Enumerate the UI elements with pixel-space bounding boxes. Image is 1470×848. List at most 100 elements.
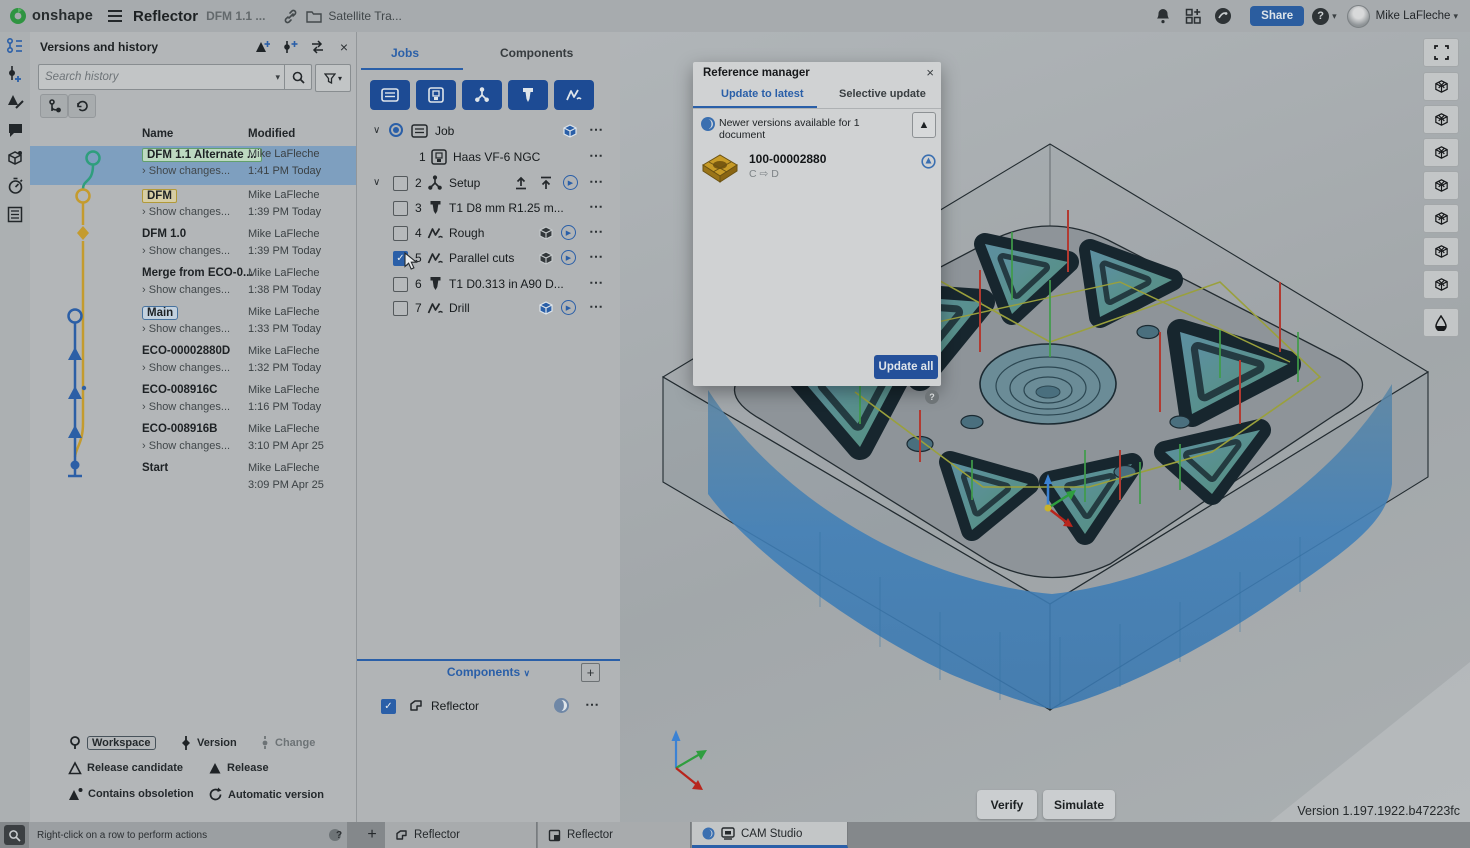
view-cube-button-5[interactable]: [1423, 204, 1459, 233]
link-icon[interactable]: [283, 9, 298, 24]
simulate-button[interactable]: Simulate: [1043, 790, 1115, 819]
operation-checkbox[interactable]: [393, 226, 408, 241]
notifications-bell-icon[interactable]: [1155, 8, 1171, 24]
generate-toolpath-play-icon[interactable]: ▶: [563, 175, 578, 190]
user-menu-caret-icon[interactable]: ▾: [1453, 11, 1458, 22]
restore-toggle[interactable]: [68, 94, 96, 118]
hamburger-menu-icon[interactable]: [107, 9, 123, 23]
row-menu-icon[interactable]: ⋯: [589, 274, 604, 291]
row-menu-icon[interactable]: ⋯: [589, 121, 604, 138]
show-changes-link[interactable]: › Show changes...: [142, 165, 230, 177]
show-changes-link[interactable]: › Show changes...: [142, 323, 230, 335]
view-cube-button-4[interactable]: [1423, 171, 1459, 200]
user-avatar[interactable]: [1347, 5, 1370, 28]
view-cube-button-3[interactable]: [1423, 138, 1459, 167]
tab-jobs[interactable]: Jobs: [391, 46, 419, 60]
document-version[interactable]: DFM 1.1 ...: [206, 9, 265, 23]
tree-row-setup[interactable]: ∨ 2 Setup ▶ ⋯: [357, 171, 620, 196]
history-timer-rail-icon[interactable]: [0, 172, 30, 200]
tab-cam-studio[interactable]: CAM Studio: [692, 822, 848, 848]
view-cube-button-1[interactable]: [1423, 72, 1459, 101]
component-checkbox-checked[interactable]: ✓: [381, 699, 396, 714]
release-filter-button[interactable]: ▲: [912, 112, 936, 138]
version-row[interactable]: DFM Mike LaFleche › Show changes... 1:39…: [30, 187, 356, 226]
properties-rail-icon[interactable]: [0, 200, 30, 228]
tree-row-operation[interactable]: 4 Rough ▶ ⋯: [357, 221, 620, 246]
show-changes-link[interactable]: › Show changes...: [142, 284, 230, 296]
show-changes-link[interactable]: › Show changes...: [142, 440, 230, 452]
view-cube-button-7[interactable]: [1423, 270, 1459, 299]
version-update-icon[interactable]: [921, 154, 936, 169]
dial-help-icon[interactable]: ?: [925, 390, 939, 404]
tab-part-studio[interactable]: Reflector: [385, 822, 537, 848]
search-icon[interactable]: [284, 65, 311, 89]
update-available-icon[interactable]: [553, 697, 570, 714]
tree-row-job[interactable]: ∨ Job ⋯: [357, 119, 620, 144]
fullscreen-button[interactable]: [1423, 38, 1459, 67]
component-row[interactable]: ✓ Reflector ⋯: [357, 694, 620, 719]
row-menu-icon[interactable]: ⋯: [589, 298, 604, 315]
view-cube-button-2[interactable]: [1423, 105, 1459, 134]
row-menu-icon[interactable]: ⋯: [589, 248, 604, 265]
dialog-close-icon[interactable]: ×: [926, 65, 934, 80]
toolpath-cube-icon[interactable]: [537, 249, 555, 267]
tab-components[interactable]: Components: [500, 46, 573, 60]
version-row[interactable]: DFM 1.0 Mike LaFleche › Show changes... …: [30, 226, 356, 265]
search-history-input[interactable]: [39, 71, 271, 83]
graph-view-toggle[interactable]: [40, 94, 68, 118]
operation-checkbox[interactable]: [393, 277, 408, 292]
show-changes-link[interactable]: › Show changes...: [142, 245, 230, 257]
show-changes-link[interactable]: › Show changes...: [142, 362, 230, 374]
new-operation-button[interactable]: [554, 80, 594, 110]
tab-update-to-latest[interactable]: Update to latest: [721, 88, 804, 100]
operation-checkbox[interactable]: [393, 201, 408, 216]
add-tab-button[interactable]: +: [360, 822, 384, 848]
ai-assistant-icon[interactable]: [1214, 7, 1232, 25]
row-menu-icon[interactable]: ⋯: [589, 198, 604, 215]
generate-toolpath-play-icon[interactable]: ▶: [561, 300, 576, 315]
part-insights-rail-icon[interactable]: [0, 144, 30, 172]
version-row[interactable]: Start Mike LaFleche 3:09 PM Apr 25: [30, 460, 356, 499]
row-menu-icon[interactable]: ⋯: [589, 223, 604, 240]
version-row[interactable]: Main Mike LaFleche › Show changes... 1:3…: [30, 304, 356, 343]
help-caret-icon[interactable]: ▾: [1332, 11, 1337, 22]
user-name[interactable]: Mike LaFleche: [1376, 10, 1451, 22]
row-menu-icon[interactable]: ⋯: [585, 696, 600, 713]
version-row[interactable]: Merge from ECO-0... Mike LaFleche › Show…: [30, 265, 356, 304]
view-cube-button-6[interactable]: [1423, 237, 1459, 266]
shaded-view-button[interactable]: [1423, 308, 1459, 337]
new-job-button[interactable]: [370, 80, 410, 110]
screen-record-icon[interactable]: [4, 825, 25, 845]
row-menu-icon[interactable]: ⋯: [589, 147, 604, 164]
generate-toolpath-play-icon[interactable]: ▶: [561, 225, 576, 240]
tree-row-tool[interactable]: 3 T1 D8 mm R1.25 m... ⋯: [357, 196, 620, 221]
update-all-button[interactable]: Update all: [874, 355, 938, 379]
row-menu-icon[interactable]: ⋯: [589, 173, 604, 190]
status-help-icon[interactable]: ?: [329, 829, 341, 841]
onshape-logo-icon[interactable]: [9, 7, 27, 25]
create-branch-icon[interactable]: [280, 38, 300, 56]
help-icon[interactable]: ?: [1312, 8, 1329, 25]
breadcrumb[interactable]: Satellite Tra...: [328, 9, 401, 23]
publish-icon[interactable]: [513, 175, 529, 191]
verify-button[interactable]: Verify: [977, 790, 1037, 819]
show-changes-link[interactable]: › Show changes...: [142, 206, 230, 218]
new-machine-button[interactable]: [416, 80, 456, 110]
create-version-icon[interactable]: [252, 38, 272, 56]
tree-row-machine[interactable]: 1 Haas VF-6 NGC ⋯: [357, 145, 620, 170]
create-version-rail-icon[interactable]: [0, 60, 30, 88]
add-component-button[interactable]: +: [581, 663, 600, 682]
version-row[interactable]: ECO-00002880D Mike LaFleche › Show chang…: [30, 343, 356, 382]
toolpath-cube-icon[interactable]: [537, 224, 555, 242]
app-store-icon[interactable]: [1185, 8, 1202, 25]
job-radio[interactable]: [389, 123, 403, 137]
toolpath-cube-icon[interactable]: [537, 299, 555, 317]
move-to-top-icon[interactable]: [538, 175, 554, 191]
operation-checkbox[interactable]: [393, 301, 408, 316]
operation-checkbox-checked[interactable]: ✓: [393, 251, 408, 266]
release-rail-icon[interactable]: [0, 88, 30, 116]
new-setup-button[interactable]: [462, 80, 502, 110]
share-button[interactable]: Share: [1250, 6, 1304, 26]
versions-history-rail-icon[interactable]: [0, 32, 30, 60]
tree-row-operation[interactable]: 7 Drill ▶ ⋯: [357, 296, 620, 321]
